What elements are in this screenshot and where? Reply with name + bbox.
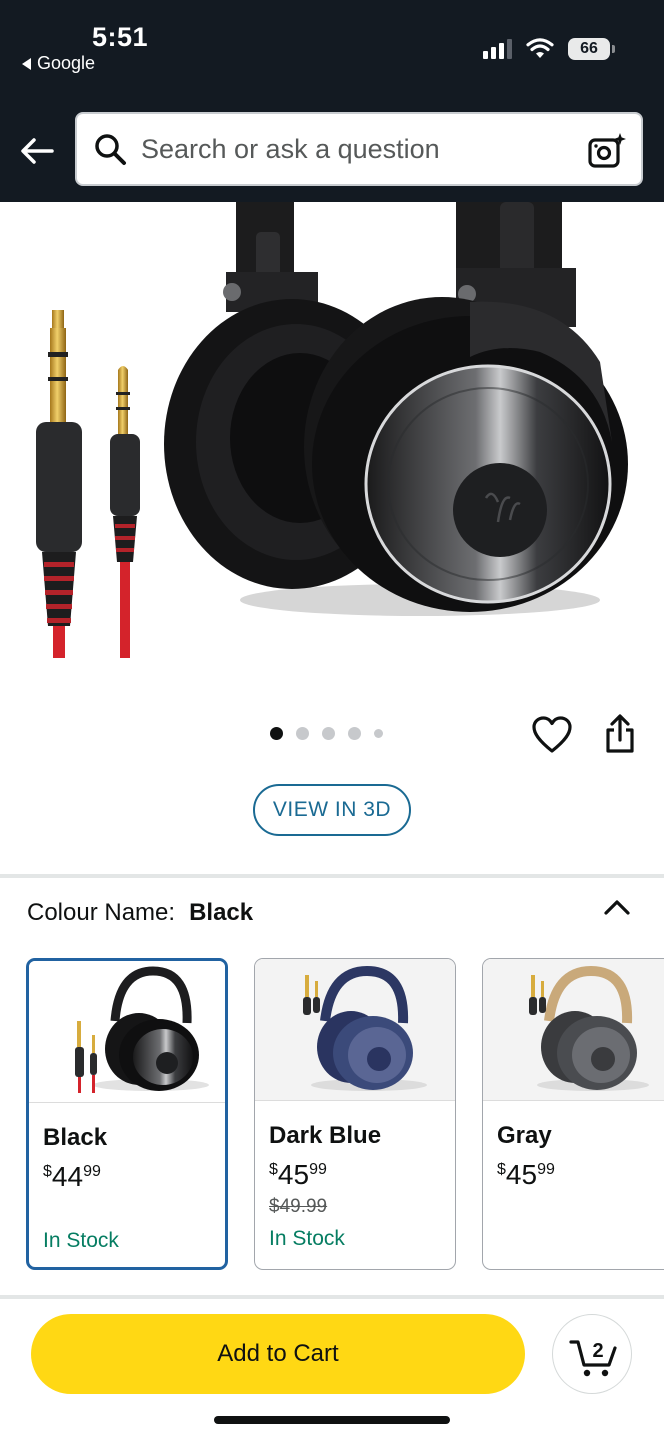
colour-option-name: Black bbox=[43, 1124, 108, 1151]
colour-option-gray[interactable]: Gray $4599 bbox=[482, 958, 664, 1270]
colour-name-value: Black bbox=[189, 899, 254, 926]
status-time: 5:51 bbox=[92, 22, 149, 52]
product-image bbox=[36, 202, 628, 658]
home-indicator bbox=[214, 1416, 450, 1424]
view-in-3d-button[interactable]: VIEW IN 3D bbox=[253, 784, 411, 836]
colour-option-image bbox=[29, 961, 225, 1103]
search-placeholder: Search or ask a question bbox=[141, 133, 440, 164]
section-divider bbox=[0, 1295, 664, 1299]
status-icons: 66 bbox=[483, 38, 615, 60]
share-icon[interactable] bbox=[601, 714, 639, 754]
cart-button[interactable]: 2 bbox=[552, 1314, 632, 1394]
back-arrow-icon[interactable] bbox=[20, 134, 56, 168]
colour-option-price: $4599 bbox=[497, 1159, 555, 1190]
wifi-icon bbox=[526, 38, 554, 58]
cellular-signal-icon bbox=[483, 39, 512, 59]
carousel-dot-2[interactable] bbox=[296, 727, 309, 740]
colour-option-list-price: $49.99 bbox=[269, 1196, 328, 1217]
battery-indicator: 66 bbox=[568, 38, 615, 60]
heart-icon[interactable] bbox=[532, 716, 572, 754]
chevron-up-icon[interactable] bbox=[602, 896, 632, 918]
app-header: 5:51 Google 66 Search or ask a question bbox=[0, 0, 664, 202]
colour-option-black[interactable]: Black $4499 In Stock bbox=[26, 958, 228, 1270]
colour-option-image bbox=[255, 959, 455, 1101]
carousel-dot-3[interactable] bbox=[322, 727, 335, 740]
camera-scan-icon[interactable] bbox=[587, 131, 627, 169]
carousel-pagination[interactable] bbox=[270, 727, 383, 740]
colour-option-dark-blue[interactable]: Dark Blue $4599 $49.99 In Stock bbox=[254, 958, 456, 1270]
cart-icon: 2 bbox=[569, 1340, 617, 1377]
carousel-dot-4[interactable] bbox=[348, 727, 361, 740]
carousel-dot-5[interactable] bbox=[374, 729, 383, 738]
colour-option-name: Dark Blue bbox=[269, 1122, 382, 1149]
colour-option-price: $4499 bbox=[43, 1161, 101, 1192]
colour-option-stock: In Stock bbox=[43, 1229, 119, 1252]
colour-name-label: Colour Name: bbox=[27, 899, 176, 926]
carousel-dot-1[interactable] bbox=[270, 727, 283, 740]
search-icon bbox=[95, 134, 126, 165]
colour-name-row: Colour Name: Black bbox=[27, 899, 253, 927]
product-image-carousel[interactable] bbox=[0, 202, 664, 682]
add-to-cart-button[interactable]: Add to Cart bbox=[31, 1314, 525, 1394]
colour-option-stock: In Stock bbox=[269, 1227, 345, 1250]
search-bar[interactable]: Search or ask a question bbox=[75, 112, 643, 186]
colour-option-price: $4599 bbox=[269, 1159, 327, 1190]
colour-option-name: Gray bbox=[497, 1122, 552, 1149]
cart-count: 2 bbox=[592, 1340, 603, 1362]
section-divider bbox=[0, 874, 664, 878]
back-to-app-link[interactable]: Google bbox=[22, 53, 95, 74]
back-triangle-icon bbox=[22, 57, 31, 70]
colour-option-image bbox=[483, 959, 664, 1101]
back-app-label: Google bbox=[37, 53, 96, 73]
